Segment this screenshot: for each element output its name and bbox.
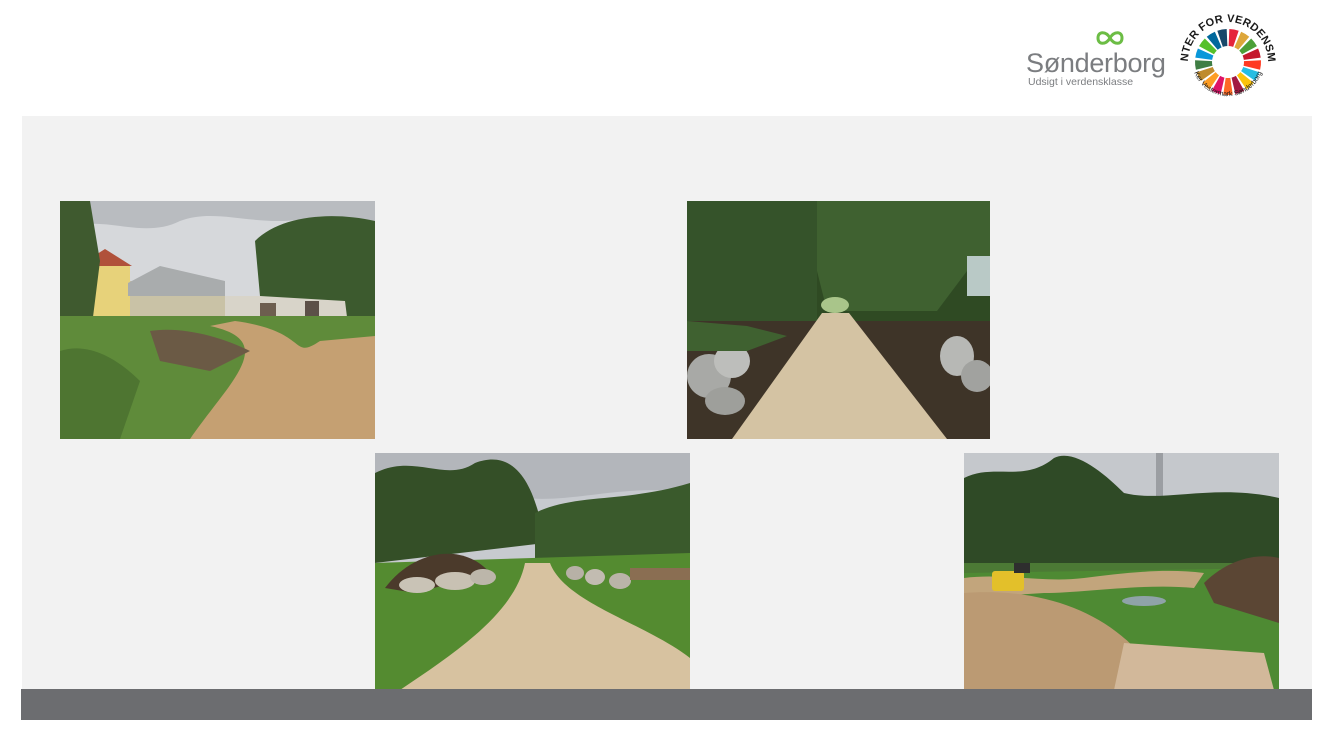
sonderborg-tagline: Udsigt i verdensklasse (1028, 76, 1134, 88)
footer-bar (21, 689, 1312, 720)
sdg-center-logo: CENTER FOR VERDENSMÅL Ker Vestermark Søn… (1170, 0, 1282, 112)
photo-tree-tunnel-path (687, 201, 990, 439)
infinity-icon (1096, 31, 1124, 45)
photo-boulder-lined-path (375, 453, 690, 690)
sdg-wheel-icon: CENTER FOR VERDENSMÅL Ker Vestermark Søn… (1170, 0, 1277, 98)
photo-construction-path (964, 453, 1279, 690)
photo-farm-path (60, 201, 375, 439)
sonderborg-logo: Sønderborg Udsigt i verdensklasse (1026, 28, 1166, 92)
sonderborg-name: Sønderborg (1026, 48, 1166, 78)
